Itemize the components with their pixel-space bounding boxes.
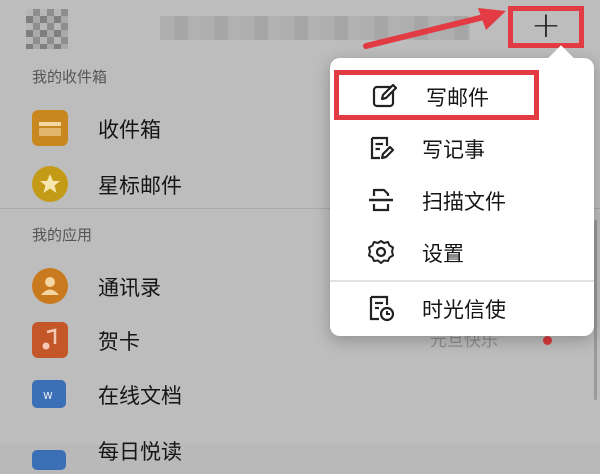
list-item-label: 收件箱 xyxy=(98,118,161,142)
inbox-tray-icon xyxy=(32,110,68,146)
list-item-label: 在线文档 xyxy=(98,384,182,408)
unread-dot xyxy=(543,336,552,345)
contacts-icon xyxy=(32,268,68,304)
menu-item-compose[interactable]: 写邮件 xyxy=(334,70,539,120)
menu-item-time-messenger[interactable]: 时光信使 xyxy=(330,282,594,332)
greeting-card-icon xyxy=(32,322,68,358)
annotation-arrow-icon xyxy=(363,8,506,49)
top-bar: + xyxy=(0,0,600,56)
svg-text:w: w xyxy=(43,388,53,402)
news-icon xyxy=(32,450,66,470)
gear-icon xyxy=(368,240,394,264)
menu-item-label: 写记事 xyxy=(422,138,485,162)
compose-icon xyxy=(372,83,398,108)
list-item-label: 通讯录 xyxy=(98,276,161,300)
menu-item-scan-file[interactable]: 扫描文件 xyxy=(330,174,594,224)
section-title-mailbox: 我的收件箱 xyxy=(32,68,108,86)
list-item-daily-reading[interactable]: 每日悦读 xyxy=(0,418,600,474)
avatar[interactable] xyxy=(26,9,68,49)
menu-item-settings[interactable]: 设置 xyxy=(330,226,594,276)
menu-item-label: 写邮件 xyxy=(426,86,489,110)
list-item-label: 星标邮件 xyxy=(98,174,182,198)
section-title-apps: 我的应用 xyxy=(32,226,93,244)
mail-app-screen: + 我的收件箱 收件箱 星标邮件 我的应用 通讯录 贺卡 元旦快乐 w 在线文档… xyxy=(0,0,600,470)
plus-icon: + xyxy=(530,5,562,46)
list-item-online-docs[interactable]: w 在线文档 xyxy=(0,366,600,422)
document-icon: w xyxy=(32,380,66,408)
time-letter-icon xyxy=(369,295,395,322)
menu-item-write-note[interactable]: 写记事 xyxy=(330,122,594,172)
list-item-label: 每日悦读 xyxy=(98,440,182,464)
menu-item-label: 扫描文件 xyxy=(422,190,506,214)
menu-item-label: 设置 xyxy=(422,242,464,266)
scrollbar[interactable] xyxy=(594,220,597,400)
add-button[interactable]: + xyxy=(508,5,584,48)
list-item-label: 贺卡 xyxy=(98,330,140,354)
menu-item-label: 时光信使 xyxy=(422,298,506,322)
note-icon xyxy=(370,136,395,160)
scan-icon xyxy=(369,188,393,212)
add-dropdown-menu: 写邮件 写记事 扫描文件 设置 时光信使 xyxy=(330,45,594,336)
star-icon xyxy=(32,166,68,202)
